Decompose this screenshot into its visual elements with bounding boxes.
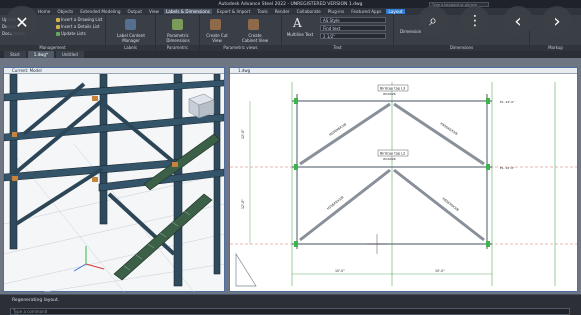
more-options-button[interactable]: ⋮ [460,6,490,36]
refresh-icon [56,31,60,36]
label-icon [125,19,136,30]
text-style-select[interactable]: AS Style [320,17,386,23]
tab-plugins[interactable]: Plug-ins [326,9,347,14]
elevation-drawing: Birdcap top L3 W10X26 Birdcap top L2 W10… [230,82,577,287]
panel-text: A Multiline Text AS Style Find text 2 1/… [282,15,394,51]
next-button[interactable]: › [542,6,572,36]
mid-beam-section: W10X26 [383,157,396,161]
tab-layout[interactable]: Layout [386,9,405,14]
doc-tab-drawing[interactable]: 1.dwg* [27,51,54,58]
panel-labels: Label Content Manager Labels [106,15,156,51]
ribbon-tabs: Home Objects Extended Modeling Output Vi… [0,8,581,15]
find-text-input[interactable]: Find text [320,25,386,31]
dim-left-lower: 12'-0" [241,199,245,209]
tab-extended-modeling[interactable]: Extended Modeling [78,9,122,14]
search-box[interactable]: Type a keyword or phrase [429,1,489,7]
parametric-dimension-icon [172,19,183,30]
model-viewport[interactable]: Current: Model [3,67,225,292]
create-cabinet-view-button[interactable]: Create Cabinet View [240,33,270,43]
insert-details-list-button[interactable]: Insert a Details List [56,24,100,29]
app-title: Autodesk Advance Steel 2022 - UNREGISTER… [218,1,363,7]
create-cut-view-button[interactable]: Create Cut View [202,33,232,43]
tab-labels-dimensions[interactable]: Labels & Dimensions [163,9,212,14]
chevron-right-icon: › [553,10,561,32]
tab-export-import[interactable]: Export & Import [215,9,253,14]
mid-beam-label: Birdcap top L2 [380,152,405,156]
panel-parametric-views: Create Cut View Create Cabinet View Para… [200,15,282,51]
chevron-left-icon: ‹ [514,10,522,32]
top-beam-section: W10X26 [383,92,396,96]
lens-icon: ⌕ [429,13,437,29]
elevation-top: EL. 24'-0" [500,100,515,104]
dim-bottom-left: 10'-0" [335,269,345,273]
tab-collaborate[interactable]: Collaborate [295,9,323,14]
cut-view-icon [210,19,221,30]
tab-render[interactable]: Render [273,9,292,14]
command-line: Regenerating layout. Type a command [0,294,581,315]
text-height-select[interactable]: 2 1/2" [320,33,386,39]
drawing-list-icon [56,17,60,22]
tab-objects[interactable]: Objects [55,9,75,14]
panel-parametric-dimensions: Parametric Dimensions Parametric Dimensi… [156,15,200,56]
previous-button[interactable]: ‹ [503,6,533,36]
top-beam-label: Birdcap top L3 [380,87,405,91]
command-input[interactable]: Type a command [10,308,570,315]
ribbon: Update Details Documents Insert a Drawin… [0,15,581,56]
parametric-dimensions-button[interactable]: Parametric Dimensions [158,33,198,43]
command-history: Regenerating layout. [12,298,60,303]
drawing-viewport[interactable]: 1.dwg Birdcap top L3 W10X26 Birdcap top … [229,67,578,292]
diag-label-upper-right: HSS6X6X3/8 [439,122,458,137]
lens-button[interactable]: ⌕ [418,6,448,36]
insert-drawing-list-button[interactable]: Insert a Drawing List [56,17,102,22]
cabinet-view-icon [248,19,259,30]
tab-tools[interactable]: Tools [255,9,269,14]
steel-3d-model [4,74,224,292]
update-lists-button[interactable]: Update Lists [56,31,86,36]
tab-view[interactable]: View [147,9,161,14]
dimension-button[interactable]: Dimension [400,29,421,34]
close-icon: ✕ [15,12,29,32]
dim-bottom-right: 10'-0" [435,269,445,273]
doc-tab-untitled[interactable]: Untitled [55,51,84,58]
tab-home[interactable]: Home [36,9,52,14]
multiline-text-icon: A [293,16,302,30]
elevation-mid: EL. 12'-0" [500,166,515,170]
document-tabs: Start 1.dwg* Untitled [0,51,581,58]
view-cube-icon [188,93,215,119]
multiline-text-button[interactable]: Multiline Text [285,32,315,37]
tab-featured-apps[interactable]: Featured Apps [349,9,383,14]
dim-left-upper: 12'-0" [241,129,245,139]
label-content-manager-button[interactable]: Label Content Manager [109,33,153,43]
doc-tab-start[interactable]: Start [4,51,26,58]
paper-space-icon [235,252,257,287]
details-list-icon [56,24,60,29]
close-overlay-button[interactable]: ✕ [6,6,38,38]
more-vertical-icon: ⋮ [468,13,482,29]
crosshair-cursor-icon [367,234,387,254]
title-bar: Autodesk Advance Steel 2022 - UNREGISTER… [0,0,581,8]
tab-output[interactable]: Output [125,9,144,14]
